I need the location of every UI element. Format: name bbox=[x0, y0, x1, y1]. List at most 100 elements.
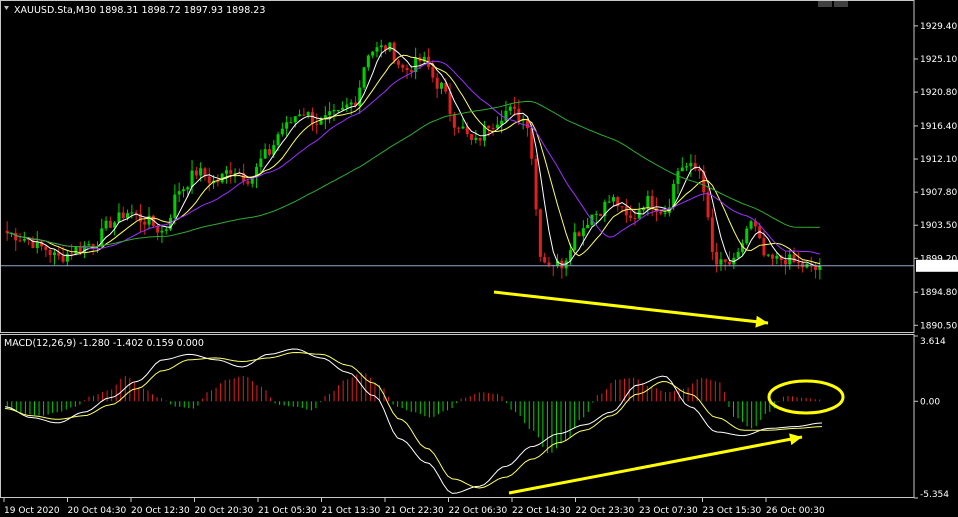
window-close-button[interactable] bbox=[818, 0, 832, 7]
price-tick-label: 1890.50 bbox=[920, 321, 957, 331]
time-tick-label: 21 Oct 22:30 bbox=[385, 506, 444, 516]
candle-body bbox=[104, 220, 108, 229]
macd-tick-label: -5.354 bbox=[920, 490, 949, 500]
time-tick-label: 19 Oct 2020 bbox=[4, 506, 60, 516]
candle-body bbox=[315, 123, 319, 125]
candle-body bbox=[513, 106, 517, 109]
candle-body bbox=[306, 112, 310, 116]
candle-body bbox=[762, 238, 766, 256]
candle-body bbox=[577, 232, 581, 237]
candle-body bbox=[504, 110, 508, 121]
candle-body bbox=[723, 259, 727, 262]
time-tick-label: 23 Oct 15:30 bbox=[703, 506, 762, 516]
price-tick-label: 1916.40 bbox=[920, 122, 957, 132]
candle-body bbox=[685, 166, 689, 168]
candle-body bbox=[401, 64, 405, 68]
candle-body bbox=[263, 149, 267, 159]
candle-body bbox=[70, 253, 74, 255]
svg-text:1898.23: 1898.23 bbox=[918, 262, 955, 272]
candle-body bbox=[44, 246, 48, 250]
candle-body bbox=[611, 197, 615, 202]
candle-body bbox=[246, 181, 250, 184]
candle-body bbox=[538, 209, 542, 257]
candle-body bbox=[766, 254, 770, 256]
candle-body bbox=[362, 67, 366, 88]
candle-body bbox=[439, 82, 443, 89]
price-tick-label: 1907.80 bbox=[920, 188, 957, 198]
time-tick-label: 21 Oct 05:30 bbox=[258, 506, 317, 516]
candle-body bbox=[267, 149, 271, 155]
candle-body bbox=[624, 206, 628, 216]
candle-body bbox=[392, 42, 396, 61]
candle-body bbox=[796, 261, 800, 264]
candle-body bbox=[160, 230, 164, 233]
candle-body bbox=[771, 254, 775, 259]
candle-body bbox=[801, 263, 805, 268]
candle-body bbox=[448, 91, 452, 115]
candle-body bbox=[607, 201, 611, 203]
mt4-chart-window[interactable]: 1929.40 1925.10 1920.80 1916.40 1912.10 1907.… bbox=[0, 0, 958, 517]
candle-body bbox=[659, 211, 663, 214]
time-tick-label: 22 Oct 14:30 bbox=[512, 506, 571, 516]
candle-body bbox=[87, 244, 91, 246]
time-tick-label: 21 Oct 13:30 bbox=[322, 506, 381, 516]
candle-body bbox=[285, 122, 289, 129]
candle-body bbox=[375, 47, 379, 52]
candle-body bbox=[190, 170, 194, 188]
candle-body bbox=[224, 170, 228, 174]
candle-body bbox=[18, 240, 22, 242]
candle-body bbox=[194, 170, 198, 176]
macd-header: MACD(12,26,9) -1.280 -1.402 0.159 0.000 bbox=[4, 338, 204, 349]
candle-body bbox=[581, 228, 585, 237]
candle-body bbox=[388, 42, 392, 51]
time-tick-label: 20 Oct 20:30 bbox=[195, 506, 254, 516]
candle-body bbox=[349, 102, 353, 105]
candle-body bbox=[547, 262, 551, 265]
candle-body bbox=[680, 167, 684, 172]
candle-body bbox=[298, 114, 302, 117]
candle-body bbox=[14, 232, 18, 241]
candle-body bbox=[736, 251, 740, 258]
macd-tick-label: 0.00 bbox=[920, 397, 940, 407]
candle-body bbox=[345, 104, 349, 108]
candle-body bbox=[108, 220, 112, 228]
candle-body bbox=[117, 212, 121, 223]
candle-body bbox=[491, 127, 495, 129]
candle-body bbox=[620, 206, 624, 208]
candle-body bbox=[517, 108, 521, 121]
price-tick-label: 1912.10 bbox=[920, 155, 957, 165]
candle-body bbox=[126, 213, 130, 219]
price-tick-label: 1903.50 bbox=[920, 221, 957, 231]
window-maximize-button[interactable] bbox=[834, 0, 848, 7]
candle-body bbox=[431, 66, 435, 78]
candle-body bbox=[788, 254, 792, 265]
candle-body bbox=[341, 107, 345, 111]
time-tick-label: 20 Oct 04:30 bbox=[68, 506, 127, 516]
candle-body bbox=[710, 217, 714, 252]
candle-body bbox=[280, 128, 284, 135]
candle-body bbox=[366, 55, 370, 68]
candle-body bbox=[650, 195, 654, 208]
candle-body bbox=[792, 254, 796, 262]
candle-body bbox=[173, 194, 177, 218]
price-tick-label: 1920.80 bbox=[920, 88, 957, 98]
candle-body bbox=[461, 126, 465, 129]
candle-body bbox=[289, 122, 293, 124]
candle-body bbox=[276, 134, 280, 146]
candle-body bbox=[663, 212, 667, 214]
candle-body bbox=[706, 192, 710, 218]
candle-body bbox=[594, 213, 598, 215]
candle-body bbox=[74, 246, 78, 254]
candle-body bbox=[457, 127, 461, 129]
candle-body bbox=[715, 251, 719, 265]
candle-body bbox=[259, 158, 263, 167]
candle-body bbox=[573, 232, 577, 251]
candle-body bbox=[405, 67, 409, 71]
candle-body bbox=[629, 215, 633, 218]
candle-body bbox=[599, 213, 603, 216]
candle-body bbox=[508, 106, 512, 111]
macd-info: MACD(12,26,9) -1.280 -1.402 0.159 0.000 bbox=[4, 338, 204, 349]
candle-body bbox=[633, 217, 637, 219]
chart-header: XAUUSD.Sta,M30 1898.31 1898.72 1897.93 1… bbox=[4, 5, 265, 16]
candle-body bbox=[470, 134, 474, 140]
